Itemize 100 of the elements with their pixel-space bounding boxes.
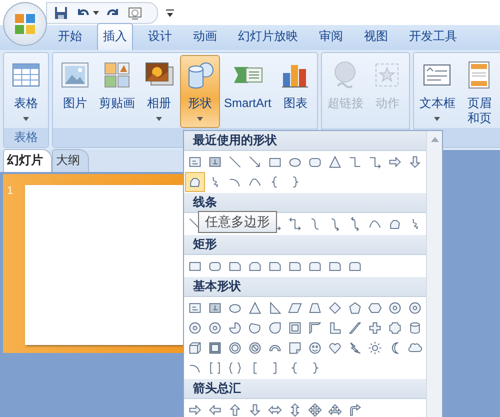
rounded-rectangle-icon bbox=[308, 155, 322, 169]
caret-icon bbox=[156, 117, 162, 121]
right-arrow-icon bbox=[188, 403, 202, 417]
slide-thumbnail[interactable] bbox=[25, 185, 183, 345]
pie-icon bbox=[228, 321, 242, 335]
customize-icon[interactable] bbox=[166, 8, 174, 18]
parallelogram-icon bbox=[288, 301, 302, 315]
triangle-icon bbox=[248, 301, 262, 315]
ribbon-tab[interactable]: 视图 bbox=[358, 23, 394, 50]
circle-icon bbox=[188, 321, 202, 335]
tooltip: 任意多边形 bbox=[198, 211, 277, 233]
slide-number: 1 bbox=[7, 185, 14, 199]
diamond-icon bbox=[328, 301, 342, 315]
left-right-arrow-icon bbox=[268, 403, 282, 417]
brace-pair-icon bbox=[228, 361, 242, 375]
save-icon[interactable] bbox=[53, 4, 69, 20]
lightning-icon bbox=[348, 341, 362, 355]
trapezoid-icon bbox=[308, 301, 322, 315]
hexagon-icon bbox=[368, 301, 382, 315]
section-title: 线条 bbox=[193, 194, 217, 211]
ribbon-tab[interactable]: 开发工具 bbox=[403, 23, 463, 50]
smiley-icon bbox=[308, 341, 322, 355]
scrollbar[interactable] bbox=[426, 131, 442, 417]
caret-icon bbox=[197, 117, 203, 121]
text-box-icon bbox=[188, 301, 202, 315]
shape-option[interactable] bbox=[185, 172, 205, 192]
triangle-icon bbox=[328, 155, 342, 169]
section-title: 矩形 bbox=[193, 236, 217, 253]
text-box-icon bbox=[208, 155, 222, 169]
bevel-icon bbox=[208, 341, 222, 355]
caret-icon[interactable] bbox=[93, 10, 99, 14]
plaque-icon bbox=[388, 321, 402, 335]
oval-icon bbox=[288, 155, 302, 169]
elbow-arrow-icon bbox=[368, 155, 382, 169]
bracket-pair-icon bbox=[208, 361, 222, 375]
plus-icon bbox=[368, 321, 382, 335]
heart-icon bbox=[328, 341, 342, 355]
ribbon-button[interactable]: 剪贴画 bbox=[96, 55, 138, 128]
four-way-arrow-icon bbox=[308, 403, 322, 417]
slideshow-icon[interactable] bbox=[127, 4, 143, 20]
down-arrow-icon bbox=[408, 155, 422, 169]
half-frame-icon bbox=[308, 321, 322, 335]
ribbon-tab[interactable]: 开始 bbox=[52, 23, 88, 50]
rounded-rectangle-icon bbox=[208, 259, 222, 273]
ribbon-tab[interactable]: 审阅 bbox=[313, 23, 349, 50]
circle-icon bbox=[388, 301, 402, 315]
bent-arrow-icon bbox=[348, 403, 362, 417]
ribbon-tab[interactable]: 插入 bbox=[97, 23, 133, 50]
group-label: 表格 bbox=[14, 129, 38, 146]
ribbon-tab[interactable]: 幻灯片放映 bbox=[232, 23, 304, 50]
no-symbol-icon bbox=[248, 341, 262, 355]
line-icon bbox=[228, 155, 242, 169]
circle-icon bbox=[408, 301, 422, 315]
down-arrow-icon bbox=[248, 403, 262, 417]
chord-icon bbox=[248, 321, 262, 335]
freeform-icon bbox=[188, 175, 202, 189]
ribbon-tab[interactable]: 设计 bbox=[142, 23, 178, 50]
freeform-icon bbox=[388, 217, 402, 231]
teardrop-icon bbox=[268, 321, 282, 335]
cloud-icon bbox=[408, 341, 422, 355]
panel-tab[interactable]: 大纲 bbox=[52, 149, 89, 172]
section-title: 基本形状 bbox=[193, 278, 241, 295]
section-title: 最近使用的形状 bbox=[193, 132, 277, 149]
rectangle-icon bbox=[268, 155, 282, 169]
right-triangle-icon bbox=[268, 301, 282, 315]
curved-arrow-icon bbox=[348, 217, 362, 231]
l-shape-icon bbox=[328, 321, 342, 335]
rectangle-icon bbox=[188, 259, 202, 273]
caret-icon bbox=[434, 117, 440, 121]
ribbon-button[interactable]: 文本框 bbox=[416, 55, 458, 128]
ribbon-button[interactable]: 相册 bbox=[139, 55, 179, 128]
ribbon-button[interactable]: 形状 bbox=[180, 55, 220, 128]
sun-icon bbox=[368, 341, 382, 355]
pentagon-icon bbox=[348, 301, 362, 315]
ribbon-button[interactable]: 图片 bbox=[55, 55, 95, 128]
section-title: 箭头总汇 bbox=[193, 380, 241, 397]
right-arrow-icon bbox=[388, 155, 402, 169]
elbow-connector-icon bbox=[348, 155, 362, 169]
up-arrow-icon bbox=[228, 403, 242, 417]
panel-tab[interactable]: 幻灯片 bbox=[3, 149, 52, 172]
ribbon-button[interactable]: SmartArt bbox=[221, 55, 274, 128]
ribbon-button[interactable]: 图表 bbox=[275, 55, 316, 128]
ribbon-button[interactable]: 页眉 和页 bbox=[459, 55, 500, 128]
office-button[interactable] bbox=[3, 2, 47, 46]
oval-icon bbox=[228, 301, 242, 315]
caret-icon bbox=[23, 117, 29, 121]
arrow-line-icon bbox=[248, 155, 262, 169]
three-way-arrow-icon bbox=[328, 403, 342, 417]
up-down-arrow-icon bbox=[288, 403, 302, 417]
left-arrow-icon bbox=[208, 403, 222, 417]
logo-icon bbox=[13, 12, 37, 36]
donut-icon bbox=[228, 341, 242, 355]
text-box-icon bbox=[208, 301, 222, 315]
cube-icon bbox=[188, 341, 202, 355]
folded-corner-icon bbox=[288, 341, 302, 355]
ribbon-button[interactable]: 表格 bbox=[6, 55, 46, 128]
ribbon-tab[interactable]: 动画 bbox=[187, 23, 223, 50]
cylinder-icon bbox=[408, 321, 422, 335]
circle-icon bbox=[208, 321, 222, 335]
text-box-icon bbox=[188, 155, 202, 169]
